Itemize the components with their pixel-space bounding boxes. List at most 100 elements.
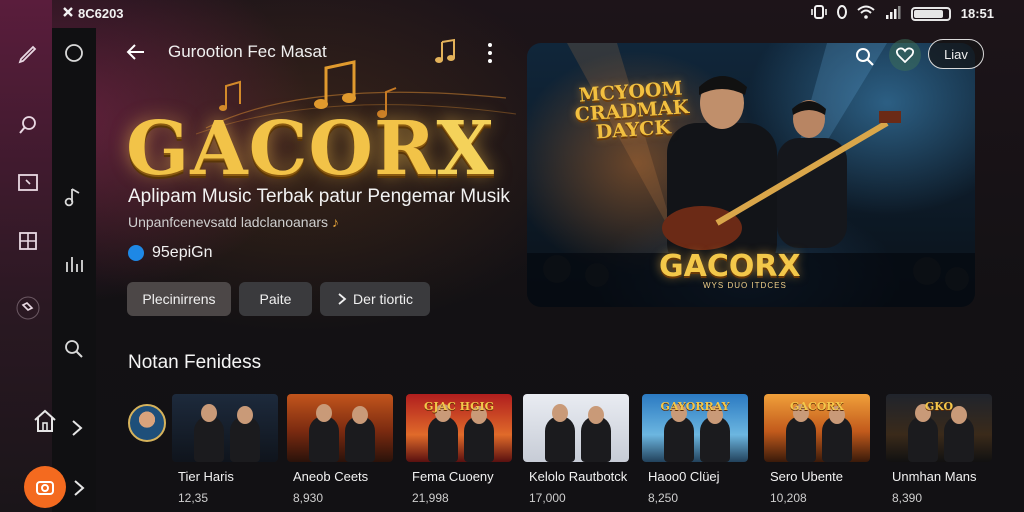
status-time: 18:51 [960,6,994,21]
camera-icon [36,481,54,495]
content-card[interactable]: GACORX Sero Ubente 10,208 [764,394,870,505]
signal-icon [885,5,901,22]
vibrate-icon [810,5,827,22]
card-count: 21,998 [412,491,449,505]
card-figure-head [316,404,332,422]
equalizer-icon[interactable] [63,254,85,276]
search-icon[interactable] [63,338,85,360]
card-count: 8,250 [648,491,679,505]
card-thumbnail: GJAC HGIG [406,394,512,462]
card-figure-head [201,404,217,422]
battery-icon [910,6,951,21]
card-figure [908,416,938,462]
data-icon [836,5,847,22]
card-thumbnail: GACORX [764,394,870,462]
card-label: Unmhan Mans [892,469,977,484]
brand-logo-text: GACOR [126,106,437,192]
card-thumbnail [523,394,629,462]
card-label: Fema Cuoeny [412,469,494,484]
music-note-icon: ♪ [331,214,339,230]
card-label: Aneob Ceets [293,469,369,484]
third-button[interactable]: Der tiortic [320,282,430,316]
content-card[interactable]: GJAC HGIG Fema Cuoeny 21,998 [406,394,512,505]
third-button-label: Der tiortic [353,291,413,307]
card-figure [786,416,816,462]
tag-icon[interactable] [16,296,40,320]
inner-sidebar [52,28,96,512]
play-icon[interactable] [70,419,84,437]
card-count: 8,930 [293,491,324,505]
card-figure [309,416,339,462]
wifi-icon [857,5,875,22]
card-caption: GACORX [790,400,844,413]
card-thumbnail: GAYORRAY [642,394,748,462]
card-caption: GJAC HGIG [423,400,495,413]
featured-banner[interactable]: MCYOOM CRADMAK DAYCK GACORX WYS DUO ITDC… [527,43,975,307]
banner-toolbar: Liav [527,39,984,71]
notification-icon [62,6,74,21]
card-count: 17,000 [529,491,566,505]
circle-icon[interactable] [63,42,85,64]
artist-row[interactable]: 95epiGn [128,244,213,262]
banner-brand: GACORX [659,249,801,284]
hero-subtagline: Unpanfcenevsatd ladclanoanars ♪ [128,214,339,230]
pencil-icon[interactable] [16,40,40,64]
play-icon [338,293,347,305]
back-arrow-icon[interactable] [124,40,148,64]
card-caption: GAYORRAY [660,400,730,413]
status-right: 18:51 [810,5,994,22]
action-buttons: Plecinirrens Paite Der tiortic [127,282,430,316]
brand-logo: GACORX [126,106,495,192]
artist-name: 95epiGn [152,244,213,261]
content-card[interactable]: Kelolo Rautbotck 17,000 [523,394,629,505]
search-icon[interactable] [853,43,881,71]
card-count: 8,390 [892,491,923,505]
card-figure [194,416,224,462]
content-card[interactable]: GAYORRAY Haoo0 Clüej 8,250 [642,394,748,505]
hero-section: Gurootion Fec Masat GACORX Aplipam Music… [96,28,516,328]
artist-avatar[interactable] [126,394,168,462]
primary-button[interactable]: Plecinirrens [127,282,231,316]
battery-fill [913,9,943,18]
live-button[interactable]: Liav [928,39,984,69]
outer-sidebar [0,0,52,512]
card-count: 10,208 [770,491,807,505]
status-left: 8C6203 [62,6,124,21]
card-thumbnail [287,394,393,462]
card-label: Haoo0 Clüej [648,469,720,484]
content-card[interactable]: Tier Haris 12,35 [172,394,278,505]
card-figure [664,416,694,462]
music-note-icon[interactable] [63,186,85,208]
brand-logo-x: X [436,106,495,192]
card-thumbnail: GKO [886,394,992,462]
hero-subtagline-text: Unpanfcenevsatd ladclanoanars [128,214,329,230]
card-figure-head [588,406,604,424]
status-bar: 8C6203 18:51 [0,0,1024,28]
hero-tagline: Aplipam Music Terbak patur Pengemar Musi… [128,186,510,207]
card-count: 12,35 [178,491,209,505]
card-figure-head [552,404,568,422]
content-card[interactable]: Aneob Ceets 8,930 [287,394,393,505]
card-figure-head [237,406,253,424]
favorite-icon[interactable] [889,39,921,71]
status-left-text: 8C6203 [78,6,124,21]
home-icon[interactable] [32,408,58,434]
card-figure-head [352,406,368,424]
search-icon[interactable] [16,113,40,137]
square-icon[interactable] [16,171,40,195]
section-title: Notan Fenidess [128,352,262,373]
banner-title: MCYOOM CRADMAK DAYCK [574,77,690,144]
card-label: Kelolo Rautbotck [529,469,628,484]
card-figure [545,416,575,462]
avatar [128,404,166,442]
artist-logo-icon [128,245,144,261]
card-figure [428,416,458,462]
camera-button[interactable] [24,466,66,508]
chevron-right-icon[interactable] [72,479,86,497]
grid-icon[interactable] [16,229,40,253]
card-caption: GKO [924,400,954,413]
card-thumbnail [172,394,278,462]
secondary-button[interactable]: Paite [239,282,312,316]
content-card[interactable]: GKO Unmhan Mans 8,390 [886,394,992,505]
banner-subtitle: WYS DUO ITDCES [703,281,787,290]
